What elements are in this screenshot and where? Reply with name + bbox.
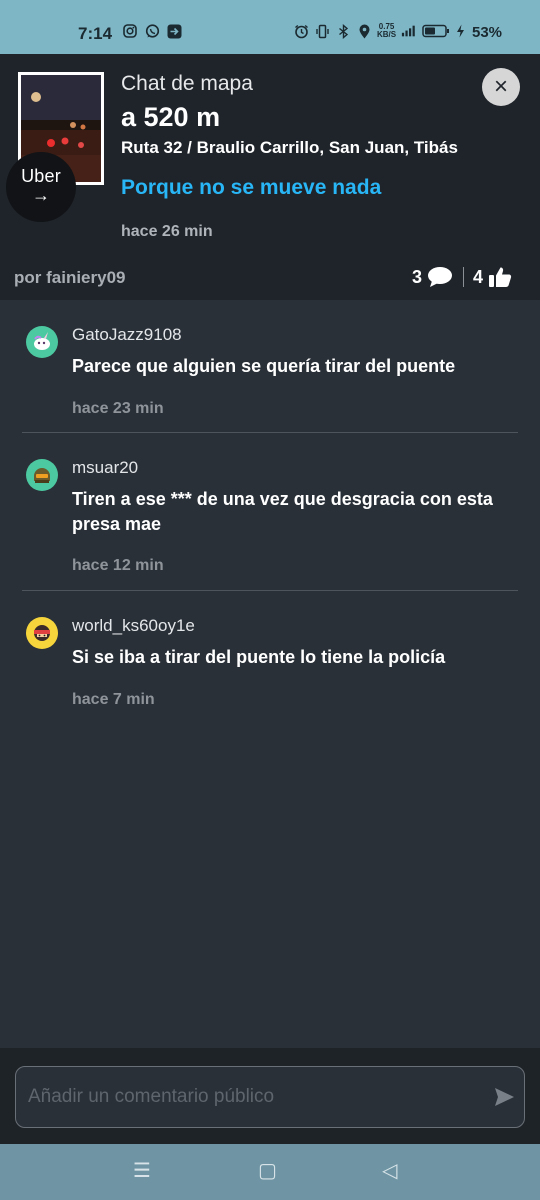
menu-icon[interactable]: ☰: [133, 1158, 151, 1183]
alarm-icon: [293, 23, 309, 39]
comment-count: 3: [412, 266, 423, 287]
whatsapp-icon: [144, 23, 160, 39]
comment-input[interactable]: Añadir un comentario público: [15, 1066, 525, 1128]
user-avatar[interactable]: [26, 459, 58, 491]
alert-location: Ruta 32 / Braulio Carrillo, San Juan, Ti…: [121, 138, 458, 157]
signal-icon: [401, 23, 417, 39]
thumbs-up-icon[interactable]: [488, 266, 512, 288]
ninja-icon: [34, 625, 50, 641]
comment-text: Si se iba a tirar del puente lo tiene la…: [72, 647, 446, 667]
home-icon[interactable]: ▢: [258, 1158, 277, 1183]
network-speed: 0.75 KB/S: [377, 23, 396, 39]
comment-item: GatoJazz9108 Parece que alguien se querí…: [22, 300, 518, 432]
alert-distance: a 520 m: [121, 102, 221, 132]
comment-item: msuar20 Tiren a ese *** de una vez que d…: [22, 433, 518, 590]
comment-time: hace 7 min: [72, 691, 155, 708]
alert-time: hace 26 min: [121, 223, 213, 240]
charging-icon: [455, 23, 465, 39]
comment-bubble-icon[interactable]: [427, 266, 453, 288]
alert-author: por fainiery09: [14, 268, 126, 287]
comment-input-placeholder: Añadir un comentario público: [28, 1086, 275, 1107]
comment-item: world_ks60oy1e Si se iba a tirar del pue…: [22, 591, 518, 723]
comment-text: Parece que alguien se quería tirar del p…: [72, 356, 456, 376]
battery-icon: [422, 23, 450, 39]
user-avatar[interactable]: [26, 326, 58, 358]
comment-input-bar: Añadir un comentario público: [0, 1048, 540, 1144]
close-icon: ×: [493, 73, 508, 100]
system-nav-bar: ☰ ▢ ◁: [0, 1144, 540, 1200]
comment-time: hace 23 min: [72, 400, 164, 417]
like-count: 4: [473, 266, 484, 287]
stats-divider: [463, 267, 465, 287]
location-icon: [356, 23, 372, 39]
alert-message: Porque no se mueve nada: [121, 176, 382, 199]
unicorn-icon: [34, 332, 50, 350]
arrow-right-icon: →: [32, 185, 50, 205]
comment-username[interactable]: msuar20: [72, 458, 138, 478]
comment-text: Tiren a ese *** de una vez que desgracia…: [72, 489, 493, 534]
comment-username[interactable]: GatoJazz9108: [72, 325, 182, 345]
back-icon[interactable]: ◁: [382, 1158, 397, 1183]
comment-time: hace 12 min: [72, 557, 164, 574]
helmet-icon: [34, 468, 50, 483]
uber-label: Uber: [21, 166, 61, 186]
instagram-icon: [122, 23, 138, 39]
vibrate-icon: [314, 23, 330, 39]
status-left-icons: [122, 23, 182, 39]
chat-title: Chat de mapa: [121, 72, 253, 95]
bluetooth-icon: [335, 23, 351, 39]
comment-username[interactable]: world_ks60oy1e: [72, 616, 195, 636]
send-icon[interactable]: [493, 1086, 515, 1113]
network-speed-unit: KB/S: [377, 30, 397, 39]
user-avatar[interactable]: [26, 617, 58, 649]
app-arrow-icon: [166, 23, 182, 39]
uber-badge[interactable]: Uber →: [6, 152, 76, 222]
alert-stats: 3 4: [412, 266, 512, 288]
battery-percent: 53%: [472, 24, 503, 41]
close-button[interactable]: ×: [482, 68, 520, 106]
status-bar: 7:14 0.75 KB/S 53%: [0, 0, 540, 54]
status-time: 7:14: [78, 24, 113, 43]
status-right-icons: 0.75 KB/S: [293, 23, 465, 39]
alert-header: Uber → × Chat de mapa a 520 m Ruta 32 / …: [0, 54, 540, 300]
